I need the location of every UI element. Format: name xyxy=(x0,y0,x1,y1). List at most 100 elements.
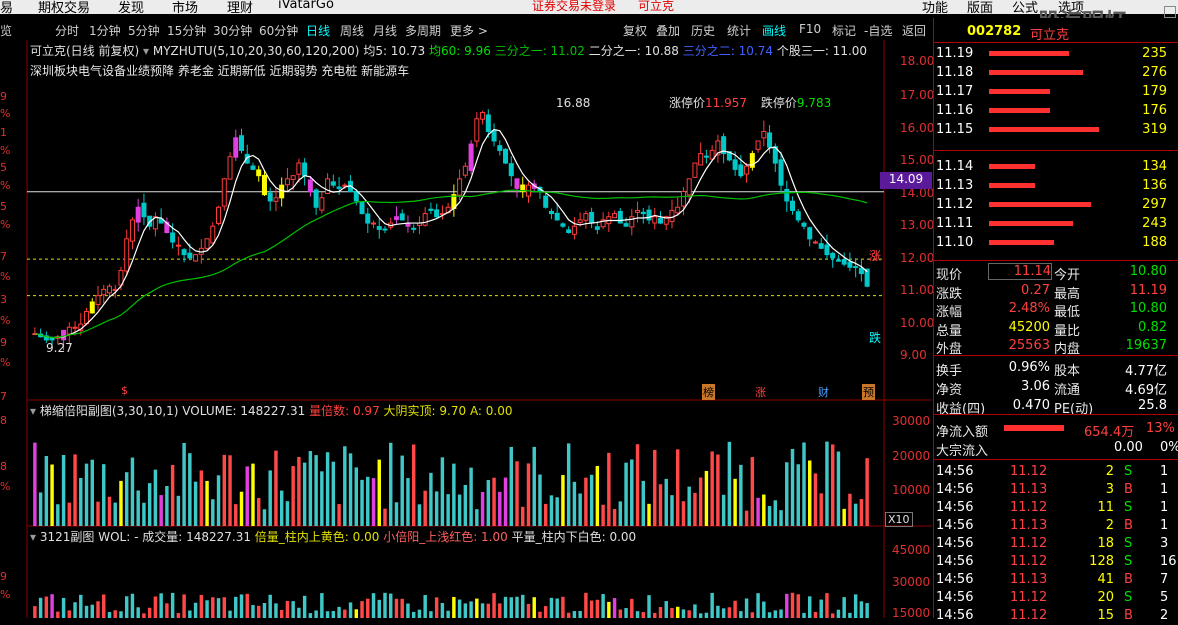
volume-bar xyxy=(664,478,668,526)
volume-bar xyxy=(756,593,760,618)
tick-time: 14:56 xyxy=(936,554,974,569)
tick-price: 11.12 xyxy=(1010,500,1048,515)
volume-bar xyxy=(102,594,106,618)
login-warning[interactable]: 证券交易未登录 xyxy=(532,0,616,14)
tab-5min[interactable]: 5分钟 xyxy=(128,22,160,39)
volume-bar xyxy=(107,496,112,526)
back-button[interactable]: 返回 xyxy=(902,22,926,39)
volume-bar xyxy=(538,611,542,618)
menu-item-function[interactable]: 功能 xyxy=(922,0,948,14)
sub1-title[interactable]: 梯缩倍阳副图(3,30,10,1) VOLUME: 148227.31 xyxy=(40,404,305,418)
candle-body xyxy=(256,169,262,177)
candle-body xyxy=(503,148,509,164)
bang-marker[interactable]: 榜 xyxy=(702,384,715,400)
zhang-event-marker[interactable]: 涨 xyxy=(755,384,766,400)
restore-rights-button[interactable]: 复权 xyxy=(623,22,647,39)
volume-bar xyxy=(612,509,617,526)
candle-body xyxy=(227,156,233,180)
volume-bar xyxy=(693,604,697,618)
tab-multi-period[interactable]: 多周期 xyxy=(405,22,441,39)
menu-stock-name: 可立克 xyxy=(638,0,675,13)
tab-30min[interactable]: 30分钟 xyxy=(213,22,252,39)
forecast-marker[interactable]: 预 xyxy=(862,384,875,400)
statistics-button[interactable]: 统计 xyxy=(727,22,751,39)
bid-row[interactable]: 11.12 297 xyxy=(934,196,1178,214)
tab-60min[interactable]: 60分钟 xyxy=(259,22,298,39)
volume-bar xyxy=(343,609,347,618)
kline-chart-area[interactable]: 可立克(日线 前复权) ▾ MYZHUTU(5,10,20,30,60,120,… xyxy=(12,40,934,620)
remove-watchlist-button[interactable]: -自选 xyxy=(864,22,892,39)
menu-item-layout[interactable]: 版面 xyxy=(967,0,993,14)
ask-row[interactable]: 11.19 235 xyxy=(934,45,1178,63)
stat-value: 25.8 xyxy=(1138,398,1167,413)
bid-row[interactable]: 11.14 134 xyxy=(934,158,1178,176)
volume-bar xyxy=(503,477,508,526)
tab-daily[interactable]: 日线 xyxy=(306,22,330,39)
volume-bar xyxy=(394,502,399,526)
tick-row: 14:56 11.12 2 S 1 xyxy=(934,463,1178,481)
candle-body xyxy=(675,206,681,214)
candle-body xyxy=(790,200,796,211)
tab-weekly[interactable]: 周线 xyxy=(340,22,364,39)
tab-1min[interactable]: 1分钟 xyxy=(89,22,121,39)
volume-bar xyxy=(779,510,783,526)
x10-badge[interactable]: X10 xyxy=(885,512,913,527)
quote-stat-row: 外盘 25563 内盘 19637 xyxy=(934,337,1178,357)
window-restore-icon[interactable] xyxy=(1164,6,1176,18)
overlay-button[interactable]: 叠加 xyxy=(656,22,680,39)
f10-button[interactable]: F10 xyxy=(799,22,821,36)
dollar-marker[interactable]: $ xyxy=(121,384,128,397)
tab-15min[interactable]: 15分钟 xyxy=(167,22,206,39)
menu-item-options-trading[interactable]: 期权交易 xyxy=(38,0,90,14)
candle-body xyxy=(485,114,491,132)
candle-body xyxy=(302,162,308,177)
high-annotation: 16.88 xyxy=(556,96,591,110)
tick-time: 14:56 xyxy=(936,482,974,497)
third3-value: 三分之二: 10.74 xyxy=(682,44,773,58)
sub2-title[interactable]: 3121副图 WOL: - 成交量: 148227.31 xyxy=(40,530,251,544)
ask-row[interactable]: 11.18 276 xyxy=(934,64,1178,82)
ask-row[interactable]: 11.17 179 xyxy=(934,83,1178,101)
ask-row[interactable]: 11.16 176 xyxy=(934,102,1178,120)
bid-row[interactable]: 11.11 243 xyxy=(934,215,1178,233)
draw-line-button[interactable]: 画线 xyxy=(762,22,786,39)
bid-row[interactable]: 11.10 188 xyxy=(934,234,1178,252)
menu-item-formula[interactable]: 公式 xyxy=(1012,0,1038,14)
mark-button[interactable]: 标记 xyxy=(832,22,856,39)
candle-body xyxy=(261,174,267,196)
candle-body xyxy=(411,227,417,230)
menu-item-ivatargo[interactable]: iVatarGo xyxy=(278,0,334,12)
indicator-name[interactable]: MYZHUTU(5,10,20,30,60,120,200) xyxy=(153,44,360,58)
finance-marker[interactable]: 财 xyxy=(818,384,829,400)
quote-stat-row: 涨幅 2.48% 最低 10.80 xyxy=(934,300,1178,320)
tick-row: 14:56 11.13 3 B 1 xyxy=(934,481,1178,499)
volume-bar xyxy=(67,610,72,618)
volume-bar xyxy=(411,444,416,526)
menu-item-market[interactable]: 市场 xyxy=(172,0,198,14)
bid-volume: 297 xyxy=(1142,197,1167,212)
menu-item-yi[interactable]: 易 xyxy=(0,0,13,14)
volume-bar xyxy=(102,464,106,526)
netflow-pct: 13% xyxy=(1146,421,1175,436)
volume-bar xyxy=(681,609,686,618)
stat-value: 0.82 xyxy=(1138,319,1167,335)
tab-monthly[interactable]: 月线 xyxy=(373,22,397,39)
menu-item-finance[interactable]: 理财 xyxy=(227,0,253,14)
tab-more[interactable]: 更多 > xyxy=(450,22,488,39)
bid-row[interactable]: 11.13 136 xyxy=(934,177,1178,195)
volume-bar xyxy=(658,607,663,618)
volume-bar xyxy=(251,463,255,526)
volume-bar xyxy=(159,593,163,618)
volume-bar xyxy=(521,594,525,618)
volume-bar xyxy=(176,613,181,618)
volume-bar xyxy=(612,598,617,618)
menu-item-discover[interactable]: 发现 xyxy=(118,0,144,14)
candle-body xyxy=(66,326,72,335)
volume-bar xyxy=(291,466,295,526)
tab-intraday[interactable]: 分时 xyxy=(55,22,79,39)
history-button[interactable]: 历史 xyxy=(691,22,715,39)
stat-value: 25563 xyxy=(1008,338,1050,353)
volume-bar xyxy=(813,473,818,526)
ask-row[interactable]: 11.15 319 xyxy=(934,121,1178,139)
volume-bar xyxy=(429,472,433,526)
